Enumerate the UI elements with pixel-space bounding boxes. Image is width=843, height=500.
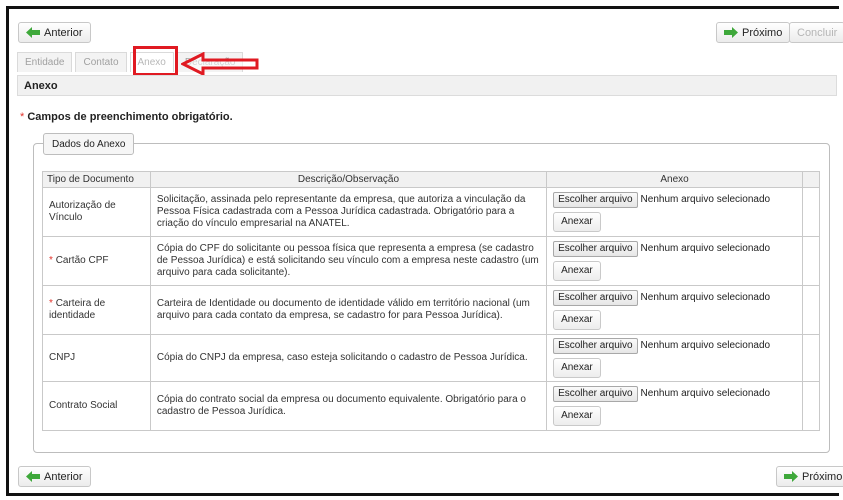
spacer-cell <box>801 334 821 382</box>
file-status: Nenhum arquivo selecionado <box>640 388 771 399</box>
file-status: Nenhum arquivo selecionado <box>640 292 771 303</box>
required-mark: * <box>20 111 25 123</box>
document-type: Carteira de identidade <box>49 298 106 321</box>
annotation-highlight-box <box>133 46 178 76</box>
arrow-left-icon <box>26 471 40 482</box>
next-label: Próximo <box>742 26 783 39</box>
annotation-arrow-icon <box>181 52 259 76</box>
finish-label: Concluir <box>797 26 838 39</box>
table-row: Autorização de Vínculo Solicitação, assi… <box>42 187 821 237</box>
file-input: Escolher arquivo Nenhum arquivo selecion… <box>553 386 796 402</box>
section-title: Anexo <box>17 75 837 96</box>
required-mark: * <box>49 255 53 266</box>
document-type-cell: Contrato Social <box>42 381 151 431</box>
file-input: Escolher arquivo Nenhum arquivo selecion… <box>553 290 796 306</box>
tab-entidade[interactable]: Entidade <box>17 52 73 72</box>
description-cell: Cópia do CPF do solicitante ou pessoa fí… <box>149 236 548 286</box>
spacer-cell <box>801 285 821 335</box>
file-input: Escolher arquivo Nenhum arquivo selecion… <box>553 338 796 354</box>
fieldset-legend: Dados do Anexo <box>43 133 135 155</box>
document-type-cell: CNPJ <box>42 334 151 382</box>
finish-button[interactable]: Concluir <box>789 22 843 43</box>
next-label: Próximo <box>802 470 843 483</box>
table-header-row: Tipo de Documento Descrição/Observação A… <box>42 171 821 188</box>
previous-button-top[interactable]: Anterior <box>18 22 91 43</box>
attach-button[interactable]: Anexar <box>553 212 601 232</box>
attach-button[interactable]: Anexar <box>553 406 601 426</box>
arrow-right-icon <box>724 27 738 38</box>
description-cell: Solicitação, assinada pelo representante… <box>149 187 548 237</box>
tab-contato[interactable]: Contato <box>75 52 127 72</box>
document-type-cell: * Carteira de identidade <box>42 285 151 335</box>
required-note-text: Campos de preenchimento obrigatório. <box>27 111 233 123</box>
file-status: Nenhum arquivo selecionado <box>640 243 771 254</box>
column-header-type: Tipo de Documento <box>42 171 151 188</box>
previous-button-bottom[interactable]: Anterior <box>18 466 91 487</box>
attachment-cell: Escolher arquivo Nenhum arquivo selecion… <box>546 187 803 237</box>
required-fields-note: * Campos de preenchimento obrigatório. <box>20 111 233 123</box>
file-input: Escolher arquivo Nenhum arquivo selecion… <box>553 192 796 208</box>
arrow-right-icon <box>784 471 798 482</box>
attachment-cell: Escolher arquivo Nenhum arquivo selecion… <box>546 334 803 382</box>
document-type: Cartão CPF <box>55 255 109 266</box>
choose-file-button[interactable]: Escolher arquivo <box>553 338 638 354</box>
column-header-description: Descrição/Observação <box>149 171 548 188</box>
previous-label: Anterior <box>44 26 83 39</box>
description-cell: Cópia do CNPJ da empresa, caso esteja so… <box>149 334 548 382</box>
spacer-cell <box>801 236 821 286</box>
previous-label: Anterior <box>44 470 83 483</box>
attachment-cell: Escolher arquivo Nenhum arquivo selecion… <box>546 236 803 286</box>
document-type-cell: Autorização de Vínculo <box>42 187 151 237</box>
file-status: Nenhum arquivo selecionado <box>640 340 771 351</box>
table-row: * Cartão CPF Cópia do CPF do solicitante… <box>42 236 821 286</box>
next-button-bottom[interactable]: Próximo <box>776 466 843 487</box>
table-row: CNPJ Cópia do CNPJ da empresa, caso este… <box>42 334 821 382</box>
table-row: * Carteira de identidade Carteira de Ide… <box>42 285 821 335</box>
spacer-cell <box>801 187 821 237</box>
document-type-cell: * Cartão CPF <box>42 236 151 286</box>
file-input: Escolher arquivo Nenhum arquivo selecion… <box>553 241 796 257</box>
choose-file-button[interactable]: Escolher arquivo <box>553 192 638 208</box>
next-button-top[interactable]: Próximo <box>716 22 791 43</box>
attachment-cell: Escolher arquivo Nenhum arquivo selecion… <box>546 285 803 335</box>
description-cell: Carteira de Identidade ou documento de i… <box>149 285 548 335</box>
document-type: Autorização de Vínculo <box>49 200 116 223</box>
document-type: CNPJ <box>49 352 76 363</box>
attachment-cell: Escolher arquivo Nenhum arquivo selecion… <box>546 381 803 431</box>
choose-file-button[interactable]: Escolher arquivo <box>553 386 638 402</box>
document-type: Contrato Social <box>49 400 118 411</box>
arrow-left-icon <box>26 27 40 38</box>
attach-button[interactable]: Anexar <box>553 358 601 378</box>
attach-button[interactable]: Anexar <box>553 310 601 330</box>
choose-file-button[interactable]: Escolher arquivo <box>553 241 638 257</box>
column-header-attachment: Anexo <box>546 171 803 188</box>
column-header-spacer <box>801 171 821 188</box>
attachments-table: Tipo de Documento Descrição/Observação A… <box>42 171 821 431</box>
choose-file-button[interactable]: Escolher arquivo <box>553 290 638 306</box>
table-row: Contrato Social Cópia do contrato social… <box>42 381 821 431</box>
attach-button[interactable]: Anexar <box>553 261 601 281</box>
description-cell: Cópia do contrato social da empresa ou d… <box>149 381 548 431</box>
file-status: Nenhum arquivo selecionado <box>640 194 771 205</box>
required-mark: * <box>49 298 53 309</box>
spacer-cell <box>801 381 821 431</box>
